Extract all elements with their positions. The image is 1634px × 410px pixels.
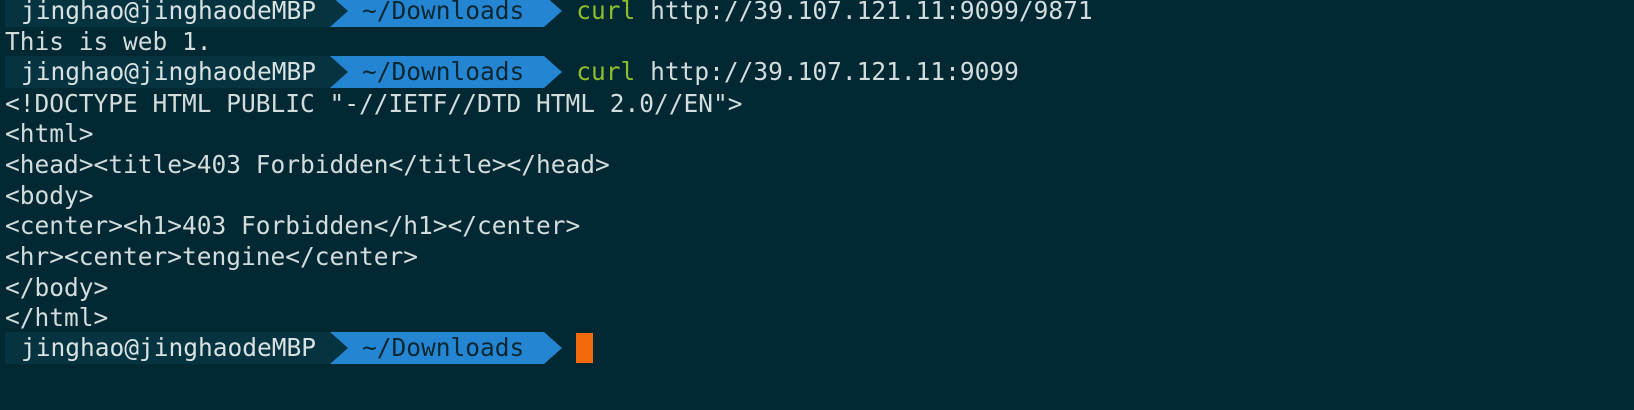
powerline-separator-icon	[544, 0, 563, 27]
output-line: <!DOCTYPE HTML PUBLIC "-//IETF//DTD HTML…	[5, 89, 743, 118]
prompt-line-3: jinghao@jinghaodeMBP ~/Downloads	[5, 332, 594, 364]
prompt-line-1: jinghao@jinghaodeMBP ~/Downloads curl ht…	[5, 0, 1093, 27]
prompt-user-host: jinghao@jinghaodeMBP	[5, 0, 331, 27]
powerline-separator-icon	[544, 56, 563, 88]
powerline-separator-icon	[544, 332, 563, 364]
powerline-separator-icon	[330, 0, 349, 27]
command-name: curl	[576, 0, 636, 25]
command-input: curl http://39.107.121.11:9099/9871	[562, 0, 1092, 27]
prompt-directory: ~/Downloads	[330, 332, 545, 364]
prompt-directory: ~/Downloads	[330, 0, 545, 27]
output-line: <body>	[5, 181, 94, 210]
powerline-separator-icon	[330, 332, 349, 364]
powerline-separator-icon	[330, 56, 349, 88]
output-line: <head><title>403 Forbidden</title></head…	[5, 150, 610, 179]
command-argument: http://39.107.121.11:9099/9871	[650, 0, 1093, 25]
terminal-window[interactable]: jinghao@jinghaodeMBP ~/Downloads curl ht…	[0, 0, 1634, 410]
prompt-directory: ~/Downloads	[330, 56, 545, 88]
command-name: curl	[576, 57, 636, 86]
output-line: <html>	[5, 119, 94, 148]
command-argument: http://39.107.121.11:9099	[650, 57, 1019, 86]
output-line: <center><h1>403 Forbidden</h1></center>	[5, 211, 581, 240]
output-line: </body>	[5, 273, 109, 302]
output-line: This is web 1.	[5, 27, 212, 56]
output-line: <hr><center>tengine</center>	[5, 242, 419, 271]
text-cursor[interactable]	[576, 333, 594, 363]
prompt-user-host: jinghao@jinghaodeMBP	[5, 332, 331, 364]
prompt-line-2: jinghao@jinghaodeMBP ~/Downloads curl ht…	[5, 56, 1019, 88]
output-line: </html>	[5, 303, 109, 332]
prompt-user-host: jinghao@jinghaodeMBP	[5, 56, 331, 88]
command-input: curl http://39.107.121.11:9099	[562, 56, 1019, 88]
